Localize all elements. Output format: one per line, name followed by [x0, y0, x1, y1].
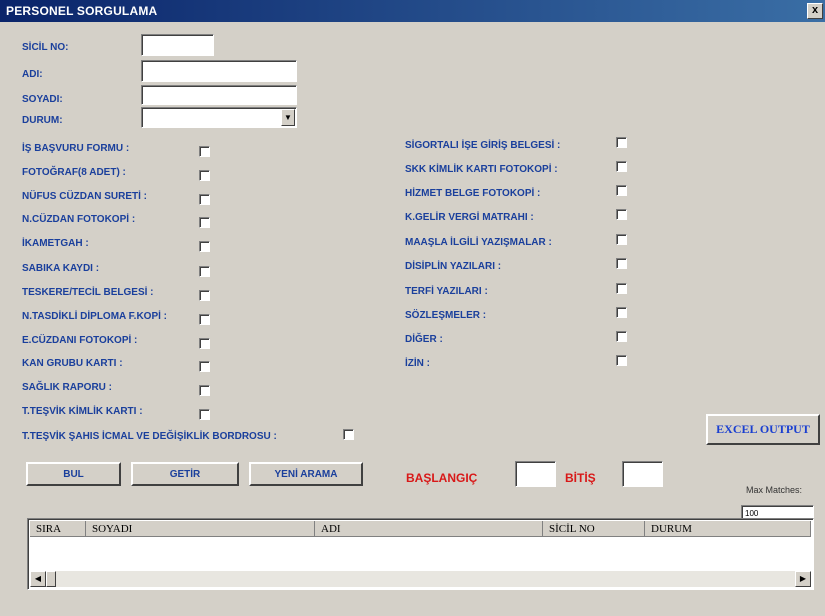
adi-label: ADI:	[22, 69, 43, 80]
check-kan-grubu[interactable]	[199, 361, 210, 372]
check-label-ikametgah: İKAMETGAH :	[22, 238, 89, 249]
check-hizmet[interactable]	[616, 185, 627, 196]
check-label-tesvik-bordro: T.TEŞVİK ŞAHIS İCMAL VE DEĞİŞİKLİK BORDR…	[22, 431, 277, 442]
check-label-is-basvuru: İŞ BAŞVURU FORMU :	[22, 143, 130, 154]
arrow-right-icon[interactable]: ▶	[795, 571, 811, 587]
title-bar: PERSONEL SORGULAMA x	[0, 0, 825, 22]
getir-button[interactable]: GETİR	[131, 462, 239, 486]
check-gelir-vergi[interactable]	[616, 209, 627, 220]
column-header-soyadi[interactable]: SOYADI	[86, 521, 315, 537]
check-disiplin[interactable]	[616, 258, 627, 269]
check-nufus-cuzdan[interactable]	[199, 194, 210, 205]
yeni-arama-button[interactable]: YENİ ARAMA	[249, 462, 363, 486]
column-header-sicil-no[interactable]: SİCİL NO	[543, 521, 645, 537]
check-ikametgah[interactable]	[199, 241, 210, 252]
check-maas[interactable]	[616, 234, 627, 245]
bitis-input[interactable]	[622, 461, 663, 487]
check-teskere[interactable]	[199, 290, 210, 301]
window-title: PERSONEL SORGULAMA	[6, 4, 158, 18]
arrow-left-icon[interactable]: ◀	[30, 571, 46, 587]
check-label-gelir-vergi: K.GELİR VERGİ MATRAHI :	[405, 212, 534, 223]
horizontal-scrollbar[interactable]: ◀ ▶	[30, 571, 811, 587]
check-label-teskere: TESKERE/TECİL BELGESİ :	[22, 287, 154, 298]
check-label-terfi: TERFİ YAZILARI :	[405, 286, 488, 297]
check-label-fotograf: FOTOĞRAF(8 ADET) :	[22, 167, 126, 178]
check-saglik[interactable]	[199, 385, 210, 396]
check-terfi[interactable]	[616, 283, 627, 294]
close-icon: x	[811, 4, 819, 16]
check-label-sabika: SABIKA KAYDI :	[22, 263, 100, 274]
check-label-diploma: N.TASDİKLİ DİPLOMA F.KOPİ :	[22, 311, 167, 322]
check-is-basvuru[interactable]	[199, 146, 210, 157]
check-label-diger: DİĞER :	[405, 334, 443, 345]
check-label-sigortali: SİGORTALI İŞE GİRİŞ BELGESİ :	[405, 140, 561, 151]
check-label-skk: SKK KİMLİK KARTI FOTOKOPİ :	[405, 164, 558, 175]
check-izin[interactable]	[616, 355, 627, 366]
chevron-down-icon[interactable]: ▼	[281, 109, 295, 126]
soyadi-input[interactable]	[141, 85, 297, 105]
max-matches-label: Max Matches:	[746, 485, 803, 495]
baslangic-label: BAŞLANGIÇ	[406, 471, 478, 485]
bitis-label: BİTİŞ	[565, 471, 596, 485]
durum-select[interactable]: ▼	[141, 107, 297, 128]
bul-button[interactable]: BUL	[26, 462, 121, 486]
scroll-thumb[interactable]	[46, 571, 56, 587]
baslangic-input[interactable]	[515, 461, 556, 487]
check-sabika[interactable]	[199, 266, 210, 277]
personel-sorgulama-window: PERSONEL SORGULAMA x SİCİL NO: ADI: SOYA…	[0, 0, 825, 616]
close-button[interactable]: x	[807, 3, 823, 19]
column-header-adi[interactable]: ADI	[315, 521, 543, 537]
check-tesvik-bordro[interactable]	[343, 429, 354, 440]
sicil-label: SİCİL NO:	[22, 42, 69, 53]
check-sigortali[interactable]	[616, 137, 627, 148]
check-label-disiplin: DİSİPLİN YAZILARI :	[405, 261, 502, 272]
check-n-cuzdan[interactable]	[199, 217, 210, 228]
check-tesvik-kart[interactable]	[199, 409, 210, 420]
excel-output-button[interactable]: EXCEL OUTPUT	[706, 414, 820, 445]
check-label-kan-grubu: KAN GRUBU KARTI :	[22, 358, 123, 369]
check-fotograf[interactable]	[199, 170, 210, 181]
check-label-izin: İZİN :	[405, 358, 430, 369]
check-label-n-cuzdan: N.CÜZDAN FOTOKOPİ :	[22, 214, 136, 225]
check-label-nufus-cuzdan: NÜFUS CÜZDAN SURETİ :	[22, 191, 147, 202]
check-label-saglik: SAĞLIK RAPORU :	[22, 382, 112, 393]
check-diploma[interactable]	[199, 314, 210, 325]
check-label-e-cuzdan: E.CÜZDANI FOTOKOPİ :	[22, 335, 138, 346]
check-label-maas: MAAŞLA İLGİLİ YAZIŞMALAR :	[405, 237, 552, 248]
column-header-sira[interactable]: SIRA	[30, 521, 86, 537]
check-label-hizmet: HİZMET BELGE FOTOKOPİ :	[405, 188, 541, 199]
durum-label: DURUM:	[22, 115, 63, 126]
check-skk[interactable]	[616, 161, 627, 172]
check-label-tesvik-kart: T.TEŞVİK KİMLİK KARTI :	[22, 406, 143, 417]
column-header-durum[interactable]: DURUM	[645, 521, 811, 537]
adi-input[interactable]	[141, 60, 297, 82]
check-sozlesme[interactable]	[616, 307, 627, 318]
check-diger[interactable]	[616, 331, 627, 342]
check-label-sozlesme: SÖZLEŞMELER :	[405, 310, 487, 321]
soyadi-label: SOYADI:	[22, 94, 63, 105]
check-e-cuzdan[interactable]	[199, 338, 210, 349]
results-grid[interactable]: SIRA SOYADI ADI SİCİL NO DURUM ◀ ▶	[27, 518, 814, 590]
sicil-input[interactable]	[141, 34, 214, 56]
